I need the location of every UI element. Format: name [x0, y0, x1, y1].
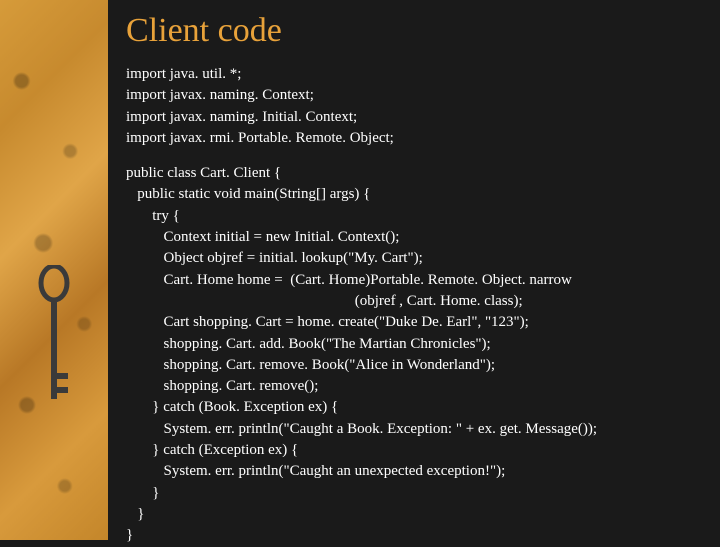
code-body-15: }: [126, 483, 700, 504]
code-body-3: Context initial = new Initial. Context()…: [126, 227, 700, 248]
code-import-2: import javax. naming. Initial. Context;: [126, 107, 700, 128]
code-body-16: }: [126, 504, 700, 525]
decorative-sidebar: [0, 0, 108, 540]
code-body-13: } catch (Exception ex) {: [126, 440, 700, 461]
code-body-4: Object objref = initial. lookup("My. Car…: [126, 248, 700, 269]
code-body-2: try {: [126, 206, 700, 227]
code-body-10: shopping. Cart. remove();: [126, 376, 700, 397]
code-body-0: public class Cart. Client {: [126, 163, 700, 184]
slide-title: Client code: [126, 12, 700, 50]
code-body-1: public static void main(String[] args) {: [126, 184, 700, 205]
code-import-0: import java. util. *;: [126, 64, 700, 85]
code-import-1: import javax. naming. Context;: [126, 85, 700, 106]
code-body-6: (objref , Cart. Home. class);: [126, 291, 700, 312]
code-body-7: Cart shopping. Cart = home. create("Duke…: [126, 312, 700, 333]
code-body-14: System. err. println("Caught an unexpect…: [126, 461, 700, 482]
code-body-17: }: [126, 525, 700, 546]
code-body-5: Cart. Home home = (Cart. Home)Portable. …: [126, 270, 700, 291]
slide-content: Client code import java. util. *; import…: [108, 0, 720, 540]
code-body-8: shopping. Cart. add. Book("The Martian C…: [126, 334, 700, 355]
code-import-3: import javax. rmi. Portable. Remote. Obj…: [126, 128, 700, 149]
code-body-9: shopping. Cart. remove. Book("Alice in W…: [126, 355, 700, 376]
key-icon: [38, 265, 70, 415]
code-body-11: } catch (Book. Exception ex) {: [126, 397, 700, 418]
code-body-12: System. err. println("Caught a Book. Exc…: [126, 419, 700, 440]
